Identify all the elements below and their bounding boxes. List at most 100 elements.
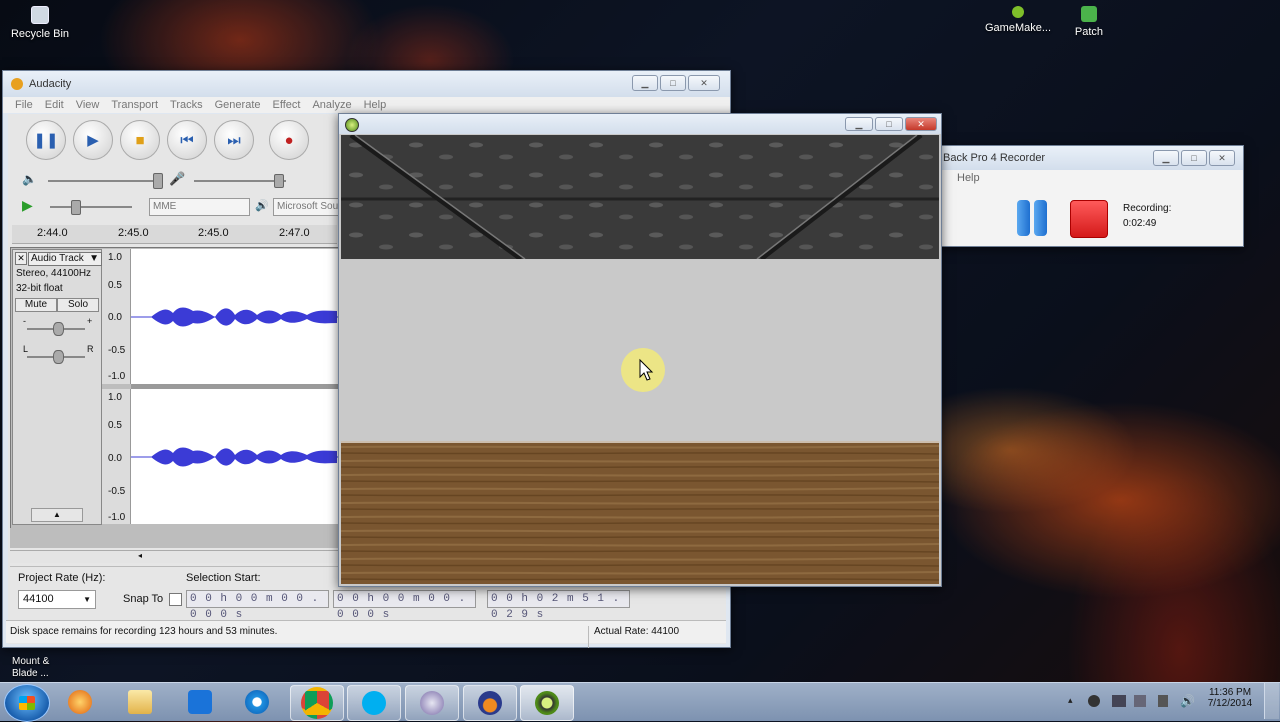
track-info-bits: 32-bit float (16, 283, 63, 294)
play-at-speed-button[interactable]: ▶ (22, 197, 33, 214)
show-desktop-button[interactable] (1264, 683, 1279, 719)
pause-button[interactable]: ❚❚ (26, 120, 66, 160)
game-titlebar: ▁ □ ✕ (339, 114, 941, 134)
record-icon: ● (284, 131, 294, 149)
close-button[interactable]: ✕ (688, 75, 720, 91)
output-device-select[interactable]: Microsoft Sou (273, 198, 340, 216)
slider-thumb[interactable] (53, 322, 64, 336)
horizontal-scrollbar[interactable]: ◂ (10, 550, 340, 563)
menu-view[interactable]: View (76, 99, 100, 111)
teamviewer-icon (188, 690, 212, 714)
tray-expand-icon[interactable]: ▴ (1068, 695, 1073, 706)
maximize-button[interactable]: □ (660, 75, 686, 91)
desktop-icon-recycle-bin[interactable]: Recycle Bin (0, 0, 80, 40)
snap-to-checkbox[interactable] (169, 593, 182, 606)
taskbar-teamviewer[interactable] (174, 685, 226, 719)
speaker-icon: 🔊 (255, 200, 269, 212)
menu-analyze[interactable]: Analyze (312, 99, 351, 111)
close-track-button[interactable]: ✕ (15, 252, 27, 265)
waveform-left-channel[interactable] (131, 249, 339, 384)
taskbar-explorer[interactable] (114, 685, 166, 719)
audio-host-value: MME (153, 201, 177, 212)
collapse-track-button[interactable]: ▲ (31, 508, 83, 522)
track-name-menu[interactable]: Audio Track ▼ (28, 252, 102, 266)
menu-file[interactable]: File (15, 99, 33, 111)
clock[interactable]: 11:36 PM 7/12/2014 (1206, 687, 1254, 709)
taskbar-internet-explorer[interactable] (231, 685, 283, 719)
recorder-menu-help[interactable]: Help (957, 172, 980, 184)
minimize-button[interactable]: ▁ (632, 75, 658, 91)
taskbar-skype[interactable] (347, 685, 401, 721)
taskbar-audio-app[interactable] (405, 685, 459, 721)
menu-transport[interactable]: Transport (111, 99, 158, 111)
slider-thumb[interactable] (71, 200, 81, 215)
recorder-stop-button[interactable] (1070, 200, 1108, 238)
tray-power-icon[interactable] (1158, 695, 1168, 707)
slider-thumb[interactable] (274, 174, 284, 188)
project-rate-select[interactable]: 44100 ▼ (18, 590, 96, 609)
maximize-button[interactable]: □ (875, 117, 903, 131)
tray-app-icon[interactable] (1088, 695, 1100, 707)
taskbar-media-player[interactable] (54, 685, 106, 719)
output-volume-slider[interactable] (48, 180, 160, 182)
desktop-icon-gamemaker[interactable]: GameMake... (978, 0, 1058, 34)
slider-thumb[interactable] (153, 173, 163, 189)
skip-end-button[interactable]: ⏭ (214, 120, 254, 160)
game-viewport[interactable] (341, 135, 939, 584)
scale-label: -0.5 (108, 345, 126, 356)
desktop-icon-label: Patch (1074, 26, 1104, 38)
scale-label: 0.5 (108, 420, 122, 431)
gamemaker-icon (1012, 6, 1024, 18)
menu-help[interactable]: Help (364, 99, 387, 111)
scale-label: 0.0 (108, 453, 122, 464)
solo-button[interactable]: Solo (57, 298, 99, 312)
project-rate-label: Project Rate (Hz): (18, 572, 106, 584)
recycle-bin-icon (31, 6, 49, 24)
window-controls: ▁ □ ✕ (632, 75, 720, 91)
project-rate-value: 44100 (23, 593, 54, 605)
tray-device-icon[interactable] (1134, 695, 1146, 707)
gain-plus-label: + (87, 316, 93, 326)
taskbar-audacity[interactable] (463, 685, 517, 721)
menu-tracks[interactable]: Tracks (170, 99, 203, 111)
scale-label: -1.0 (108, 512, 126, 523)
play-speed-slider[interactable] (50, 206, 132, 208)
audio-host-select[interactable]: MME (149, 198, 250, 216)
play-icon: ▶ (22, 197, 33, 213)
menu-effect[interactable]: Effect (273, 99, 301, 111)
close-button[interactable]: ✕ (905, 117, 937, 131)
ruler-tick: 2:44.0 (37, 227, 68, 239)
minimize-button[interactable]: ▁ (845, 117, 873, 131)
desktop-icon-patch[interactable]: Patch (1049, 0, 1129, 38)
record-button[interactable]: ● (269, 120, 309, 160)
timeline-ruler[interactable]: 2:44.0 2:45.0 2:45.0 2:47.0 (12, 225, 337, 244)
skip-start-button[interactable]: ⏮ (167, 120, 207, 160)
menu-edit[interactable]: Edit (45, 99, 64, 111)
tray-network-icon[interactable] (1112, 695, 1126, 707)
slider-thumb[interactable] (53, 350, 64, 364)
taskbar-chrome[interactable] (290, 685, 344, 721)
windows-logo-icon (19, 696, 35, 710)
audio-position-field[interactable]: 0 0 h 0 2 m 5 1 . 0 2 9 s (487, 590, 630, 621)
waveform-right-channel[interactable] (131, 389, 339, 524)
input-volume-slider[interactable] (194, 180, 286, 182)
recorder-pause-button[interactable] (1011, 196, 1053, 240)
taskbar-gamemaker-game[interactable] (520, 685, 574, 721)
pan-right-label: R (87, 344, 94, 354)
play-button[interactable]: ▶ (73, 120, 113, 160)
recorder-title: Back Pro 4 Recorder (943, 152, 1046, 164)
selection-start-field[interactable]: 0 0 h 0 0 m 0 0 . 0 0 0 s (186, 590, 329, 621)
minimize-button[interactable]: ▁ (1153, 150, 1179, 166)
snap-to-label: Snap To (123, 593, 164, 605)
start-button[interactable] (4, 684, 50, 722)
tray-volume-icon[interactable]: 🔊 (1180, 694, 1195, 708)
mute-button[interactable]: Mute (15, 298, 57, 312)
desktop-icon-label: GameMake... (984, 22, 1052, 34)
audacity-titlebar: Audacity ▁ □ ✕ (3, 71, 730, 97)
close-button[interactable]: ✕ (1209, 150, 1235, 166)
stop-button[interactable]: ■ (120, 120, 160, 160)
audacity-menubar: File Edit View Transport Tracks Generate… (3, 97, 730, 113)
menu-generate[interactable]: Generate (215, 99, 261, 111)
selection-end-field[interactable]: 0 0 h 0 0 m 0 0 . 0 0 0 s (333, 590, 476, 621)
maximize-button[interactable]: □ (1181, 150, 1207, 166)
